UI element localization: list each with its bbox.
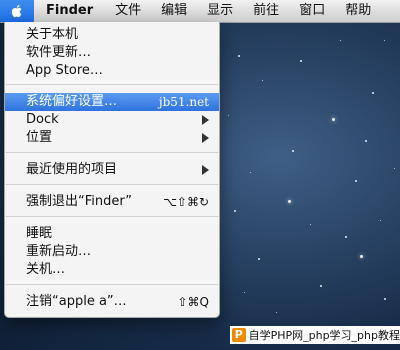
menu-item-label: 重新启动…	[26, 244, 92, 259]
menu-item-label: Dock	[26, 112, 59, 127]
star	[332, 118, 335, 121]
menu-separator	[6, 152, 218, 153]
menu-separator	[6, 284, 218, 285]
menu-item-shortcut: ⇧⌘Q	[177, 295, 210, 309]
menu-item-label: 位置	[26, 130, 53, 145]
menu-item-label: 软件更新…	[26, 45, 92, 60]
menu-item-force-quit[interactable]: 强制退出“Finder” ⌥⇧⌘↻	[5, 193, 219, 211]
menu-item-label: 最近使用的项目	[26, 162, 118, 177]
star	[394, 168, 395, 169]
watermark-text: 自学PHP网_php学习_php教程	[248, 329, 400, 342]
menu-finder[interactable]: Finder	[34, 0, 105, 22]
menu-bar: Finder 文件 编辑 显示 前往 窗口 帮助	[0, 0, 400, 23]
star	[320, 285, 322, 287]
menu-window[interactable]: 窗口	[289, 0, 335, 22]
star	[372, 92, 374, 94]
apple-menu-button[interactable]	[0, 0, 34, 22]
watermark: P 自学PHP网_php学习_php教程	[230, 326, 400, 344]
star	[355, 180, 357, 182]
star	[276, 312, 277, 313]
menu-item-location[interactable]: 位置	[5, 129, 219, 147]
star	[360, 255, 363, 258]
star	[228, 115, 229, 116]
star	[380, 220, 381, 221]
menu-item-logout[interactable]: 注销“apple a”… ⇧⌘Q	[5, 293, 219, 311]
menu-item-label: 注销“apple a”…	[26, 294, 127, 309]
star	[292, 150, 294, 152]
menu-item-dock[interactable]: Dock	[5, 111, 219, 129]
star	[345, 236, 347, 238]
star	[250, 172, 251, 173]
menu-item-system-preferences[interactable]: 系统偏好设置… jb51.net	[5, 93, 219, 111]
menu-item-restart[interactable]: 重新启动…	[5, 243, 219, 261]
star	[258, 258, 260, 260]
menu-file[interactable]: 文件	[105, 0, 151, 22]
menu-item-recent-items[interactable]: 最近使用的项目	[5, 161, 219, 179]
menu-separator	[6, 184, 218, 185]
menu-item-app-store[interactable]: App Store…	[5, 62, 219, 80]
submenu-arrow-icon	[202, 165, 209, 175]
star	[384, 298, 386, 300]
menu-item-shortcut: jb51.net	[158, 95, 209, 109]
star	[288, 200, 291, 203]
menu-separator	[6, 216, 218, 217]
star	[262, 80, 263, 81]
menu-item-label: 关于本机	[26, 27, 79, 42]
star	[365, 140, 367, 142]
star	[384, 40, 385, 41]
menu-help[interactable]: 帮助	[335, 0, 381, 22]
menu-go[interactable]: 前往	[243, 0, 289, 22]
watermark-logo-icon: P	[232, 328, 246, 342]
menu-edit[interactable]: 编辑	[151, 0, 197, 22]
star	[310, 224, 311, 225]
menu-item-label: 关机…	[26, 262, 66, 277]
star	[300, 60, 302, 62]
apple-menu-dropdown: 关于本机 软件更新… App Store… 系统偏好设置… jb51.net D…	[4, 22, 220, 318]
menu-item-shutdown[interactable]: 关机…	[5, 261, 219, 279]
menu-item-label: 系统偏好设置…	[26, 94, 118, 109]
menu-item-label: 强制退出“Finder”	[26, 194, 132, 209]
submenu-arrow-icon	[202, 133, 209, 143]
submenu-arrow-icon	[202, 115, 209, 125]
star	[234, 210, 236, 212]
menu-item-software-update[interactable]: 软件更新…	[5, 44, 219, 62]
apple-icon	[9, 3, 25, 19]
menu-item-label: App Store…	[26, 63, 103, 78]
star	[238, 55, 240, 57]
star	[340, 40, 341, 41]
star	[244, 292, 245, 293]
menu-item-sleep[interactable]: 睡眠	[5, 225, 219, 243]
menu-separator	[6, 84, 218, 85]
menu-view[interactable]: 显示	[197, 0, 243, 22]
menu-item-shortcut: ⌥⇧⌘↻	[163, 195, 209, 209]
menu-item-about-this-mac[interactable]: 关于本机	[5, 26, 219, 44]
menu-item-label: 睡眠	[26, 226, 53, 241]
